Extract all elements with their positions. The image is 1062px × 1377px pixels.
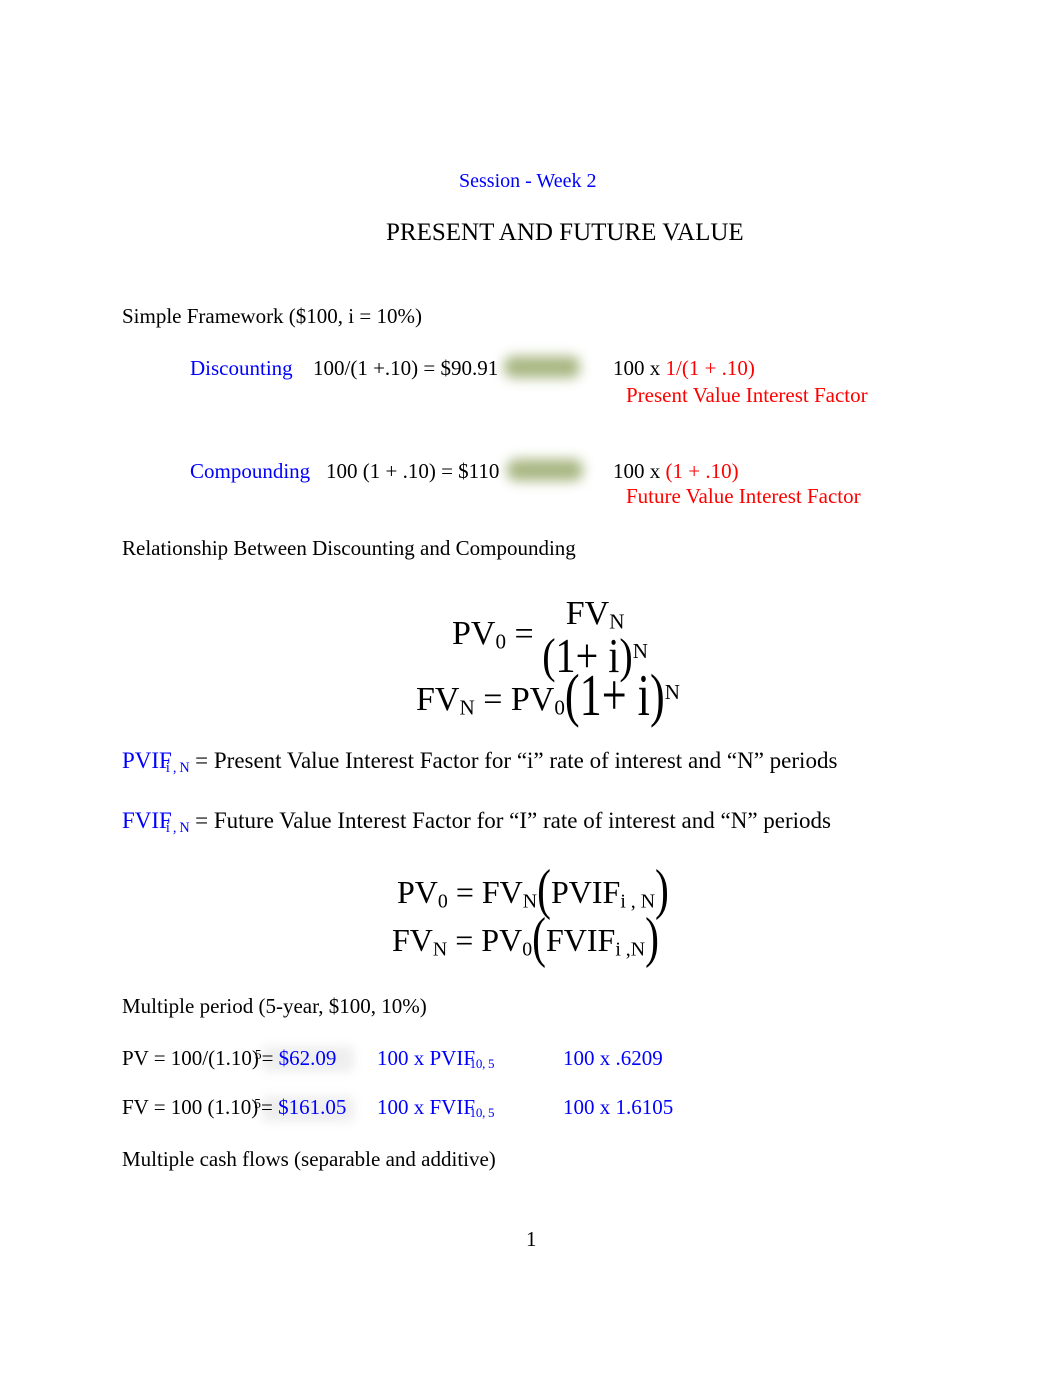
fv-multiperiod-equals: = bbox=[260, 1095, 273, 1119]
equation-fv-factor: FVN = PV0(FVIFi ,N) bbox=[392, 906, 659, 968]
fv-multiperiod-expression: FV = 100 (1.10)5= $161.05 bbox=[122, 1095, 346, 1120]
pv-multiperiod-equals: = bbox=[261, 1046, 274, 1070]
pv-equals: = bbox=[514, 615, 534, 653]
fv-multiperiod-value: $161.05 bbox=[278, 1095, 347, 1119]
pv-multiperiod-factor-subscript: 10, 5 bbox=[469, 1056, 495, 1072]
pvf-equals: = bbox=[455, 874, 474, 910]
pvif-symbol: PVIFi , N bbox=[122, 748, 190, 776]
compounding-equation: 100 (1 + .10) = $110 bbox=[326, 459, 500, 483]
fvf-paren-close: ) bbox=[645, 905, 659, 969]
pv-lhs: PV0 bbox=[452, 615, 507, 654]
pv-multiperiod-factor: 100 x PVIF10, 5 bbox=[377, 1046, 495, 1072]
fv-lhs: FVN bbox=[416, 681, 475, 720]
document-page: Session - Week 2 PRESENT AND FUTURE VALU… bbox=[0, 0, 1062, 1377]
equation-future-value: FVN = PV0(1+ i)N bbox=[416, 662, 680, 729]
pv-lhs-subscript: 0 bbox=[495, 629, 507, 654]
definition-fvif: FVIFi , N = Future Value Interest Factor… bbox=[122, 808, 831, 836]
page-title: PRESENT AND FUTURE VALUE bbox=[386, 219, 744, 246]
compounding-label: Compounding bbox=[190, 459, 311, 483]
page-number: 1 bbox=[526, 1227, 537, 1251]
discounting-equation: 100/(1 +.10) = $90.91 bbox=[313, 356, 499, 380]
pvif-symbol-subscript: i , N bbox=[165, 759, 190, 776]
fv-equals: = bbox=[483, 681, 503, 718]
pv-multiperiod-exponent: 5 bbox=[254, 1046, 262, 1062]
fvf-equals: = bbox=[455, 922, 474, 958]
fv-multiperiod-expression-base: FV = 100 (1.10) bbox=[122, 1095, 259, 1119]
pvf-factor: PVIFi , N bbox=[550, 874, 656, 913]
simple-framework-heading: Simple Framework ($100, i = 10%) bbox=[122, 304, 422, 328]
fv-rhs: PV0(1+ i)N bbox=[510, 662, 680, 729]
discounting-factor-line: 100 x 1/(1 + .10) bbox=[613, 356, 755, 381]
fv-multiperiod-factor-subscript: 10, 5 bbox=[469, 1105, 495, 1121]
pv-fraction-numerator: FVN bbox=[565, 595, 625, 634]
pv-multiperiod-expression: PV = 100/(1.10)5= $62.09 bbox=[122, 1046, 336, 1071]
discounting-factor-prefix: 100 x bbox=[613, 356, 666, 380]
compounding-factor-line: 100 x (1 + .10) bbox=[613, 459, 739, 484]
compounding-factor-prefix: 100 x bbox=[613, 459, 666, 483]
redaction-smudge-discounting bbox=[504, 356, 580, 378]
present-value-interest-factor-label: Present Value Interest Factor bbox=[626, 383, 868, 407]
fv-multiperiod-factor-prefix: 100 x FVIF bbox=[377, 1095, 476, 1119]
fvif-symbol: FVIFi , N bbox=[122, 808, 190, 836]
compounding-factor-expression: (1 + .10) bbox=[665, 459, 739, 483]
fv-multiperiod-exponent: 5 bbox=[254, 1095, 261, 1111]
definition-pvif: PVIFi , N = Present Value Interest Facto… bbox=[122, 748, 838, 776]
pv-multiperiod-product: 100 x .6209 bbox=[563, 1046, 663, 1070]
session-header: Session - Week 2 bbox=[459, 170, 597, 192]
pvif-definition-text: = Present Value Interest Factor for “i” … bbox=[195, 748, 838, 773]
fvf-lhs: FVN bbox=[392, 922, 448, 961]
pv-multiperiod-expression-base: PV = 100/(1.10) bbox=[122, 1046, 259, 1070]
discounting-label: Discounting bbox=[190, 356, 293, 380]
relationship-heading: Relationship Between Discounting and Com… bbox=[122, 536, 576, 560]
pvf-lhs: PV0 bbox=[397, 874, 448, 913]
pv-multiperiod-factor-prefix: 100 x PVIF bbox=[377, 1046, 476, 1070]
fv-multiperiod-product: 100 x 1.6105 bbox=[563, 1095, 674, 1119]
fvf-paren-open: ( bbox=[532, 905, 546, 969]
fvif-definition-text: = Future Value Interest Factor for “I” r… bbox=[195, 808, 831, 833]
multiple-period-heading: Multiple period (5-year, $100, 10%) bbox=[122, 994, 427, 1018]
fvf-rhs: PV0 bbox=[481, 922, 533, 961]
fv-multiperiod-factor: 100 x FVIF10, 5 bbox=[377, 1095, 495, 1121]
fvf-factor: FVIFi ,N bbox=[545, 922, 646, 961]
fvif-symbol-subscript: i , N bbox=[165, 819, 190, 836]
pv-multiperiod-value: $62.09 bbox=[278, 1046, 337, 1070]
pvf-rhs: FVN bbox=[481, 874, 538, 913]
future-value-interest-factor-label: Future Value Interest Factor bbox=[626, 484, 861, 508]
redaction-smudge-compounding bbox=[507, 459, 583, 481]
discounting-factor-expression: 1/(1 + .10) bbox=[665, 356, 755, 380]
multiple-cash-flows-note: Multiple cash flows (separable and addit… bbox=[122, 1147, 496, 1171]
